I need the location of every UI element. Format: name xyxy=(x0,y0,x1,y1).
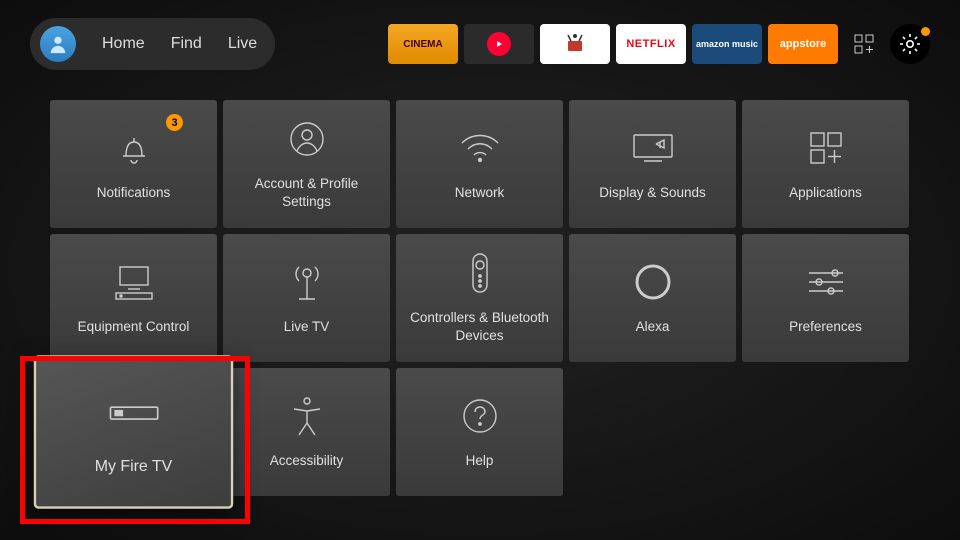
tile-label: Equipment Control xyxy=(78,318,190,336)
tile-label: Controllers & Bluetooth Devices xyxy=(404,309,555,344)
tile-accessibility[interactable]: Accessibility xyxy=(223,368,390,496)
tile-notifications[interactable]: 3 Notifications xyxy=(50,100,217,228)
app-row: CINEMA NETFLIX amazon music appstore xyxy=(388,24,930,64)
account-icon xyxy=(288,120,326,158)
tile-label: Display & Sounds xyxy=(599,184,706,202)
person-icon xyxy=(47,33,69,55)
tile-label: Applications xyxy=(789,184,862,202)
help-icon xyxy=(461,397,499,435)
notification-dot-icon xyxy=(921,27,930,36)
notification-badge: 3 xyxy=(166,114,183,131)
tile-applications[interactable]: Applications xyxy=(742,100,909,228)
bell-icon xyxy=(116,128,152,168)
tile-network[interactable]: Network xyxy=(396,100,563,228)
tile-account[interactable]: Account & Profile Settings xyxy=(223,100,390,228)
gear-icon xyxy=(898,32,922,56)
accessibility-icon xyxy=(290,395,324,437)
apps-grid-button[interactable] xyxy=(844,24,884,64)
tile-display[interactable]: Display & Sounds xyxy=(569,100,736,228)
equipment-icon xyxy=(112,263,156,301)
tile-label: Preferences xyxy=(789,318,862,336)
tile-equipment[interactable]: Equipment Control xyxy=(50,234,217,362)
nav-find[interactable]: Find xyxy=(171,35,202,53)
top-bar: Home Find Live CINEMA NETFLIX amazon mus… xyxy=(0,0,960,70)
tile-label: My Fire TV xyxy=(95,456,173,477)
tile-my-fire-tv[interactable]: My Fire TV xyxy=(35,356,232,507)
nav-group: Home Find Live xyxy=(30,18,275,70)
app-youtube[interactable] xyxy=(464,24,534,64)
tile-label: Accessibility xyxy=(270,452,344,470)
profile-avatar[interactable] xyxy=(40,26,76,62)
tile-livetv[interactable]: Live TV xyxy=(223,234,390,362)
tile-label: Help xyxy=(466,452,494,470)
settings-button[interactable] xyxy=(890,24,930,64)
play-icon xyxy=(487,32,511,56)
display-icon xyxy=(630,131,676,165)
firetv-box-icon xyxy=(105,403,162,424)
sliders-icon xyxy=(805,265,847,299)
app-popcorn[interactable] xyxy=(540,24,610,64)
apps-icon xyxy=(807,129,845,167)
tile-label: Network xyxy=(455,184,505,202)
nav-live[interactable]: Live xyxy=(228,35,257,53)
settings-grid: 3 Notifications Account & Profile Settin… xyxy=(0,70,960,496)
app-cinema[interactable]: CINEMA xyxy=(388,24,458,64)
tile-label: Notifications xyxy=(97,184,171,202)
tile-label: Account & Profile Settings xyxy=(231,175,382,210)
tile-help[interactable]: Help xyxy=(396,368,563,496)
alexa-icon xyxy=(633,262,673,302)
remote-icon xyxy=(470,251,490,295)
tile-label: Live TV xyxy=(284,318,330,336)
tile-alexa[interactable]: Alexa xyxy=(569,234,736,362)
tv-box-icon xyxy=(562,31,588,57)
antenna-icon xyxy=(289,261,325,303)
tile-controllers[interactable]: Controllers & Bluetooth Devices xyxy=(396,234,563,362)
app-appstore[interactable]: appstore xyxy=(768,24,838,64)
grid-plus-icon xyxy=(853,33,875,55)
tile-preferences[interactable]: Preferences xyxy=(742,234,909,362)
app-netflix[interactable]: NETFLIX xyxy=(616,24,686,64)
app-amazon-music[interactable]: amazon music xyxy=(692,24,762,64)
wifi-icon xyxy=(458,131,502,165)
tile-label: Alexa xyxy=(636,318,670,336)
nav-home[interactable]: Home xyxy=(102,35,145,53)
